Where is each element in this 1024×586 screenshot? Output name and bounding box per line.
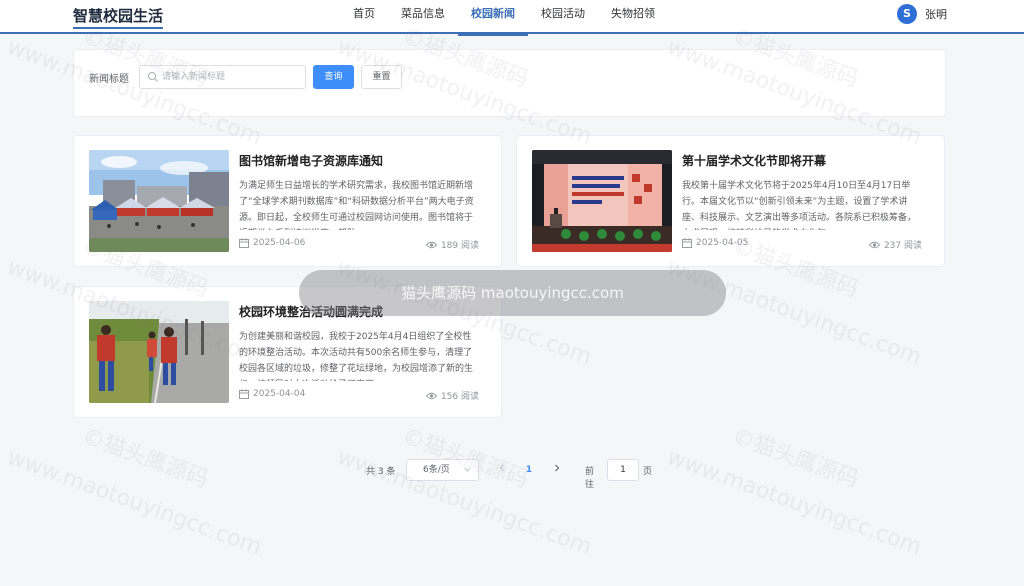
page-size-value: 6条/页 (423, 465, 450, 475)
news-image-volunteers-cleanup[interactable] (89, 301, 229, 403)
user-menu[interactable]: S 张明 (897, 4, 947, 24)
news-meta: 2025-04-04 156 阅读 (239, 389, 479, 403)
reset-button[interactable]: 重置 (361, 65, 402, 89)
eye-icon (425, 241, 437, 248)
news-views: 237 阅读 (868, 238, 922, 251)
news-date: 2025-04-05 (682, 238, 748, 248)
top-header: 智慧校园生活 首页 菜品信息 校园新闻 校园活动 失物招领 S 张明 (0, 0, 1024, 36)
main-nav: 首页 菜品信息 校园新闻 校园活动 失物招领 (340, 0, 668, 36)
news-title[interactable]: 第十届学术文化节即将开幕 (682, 152, 826, 169)
news-views-text: 189 阅读 (440, 241, 479, 251)
pagination-total: 共 3 条 (366, 467, 396, 477)
search-icon (147, 71, 158, 82)
search-input[interactable] (162, 68, 302, 86)
chevron-left-icon (499, 464, 504, 472)
site-logo[interactable]: 智慧校园生活 (73, 5, 164, 29)
volunteers-cleanup-photo-icon (89, 301, 229, 403)
nav-item-dishes[interactable]: 菜品信息 (388, 0, 458, 34)
news-meta: 2025-04-05 237 阅读 (682, 238, 922, 252)
search-input-wrapper[interactable] (139, 65, 306, 89)
news-image-campus-tents[interactable] (89, 150, 229, 252)
news-views-text: 237 阅读 (883, 241, 922, 251)
query-button[interactable]: 查询 (313, 65, 354, 89)
nav-item-campus-activities[interactable]: 校园活动 (528, 0, 598, 34)
user-name[interactable]: 张明 (925, 6, 947, 22)
watermark-text: www.maotouyingcc.com (663, 254, 925, 371)
page-number-button[interactable]: 1 (518, 459, 540, 481)
chevron-right-icon (555, 464, 560, 472)
calendar-icon (682, 238, 692, 248)
eye-icon (868, 241, 880, 248)
watermark-text: ©猫头鹰源码 (728, 424, 862, 493)
news-date-text: 2025-04-05 (696, 238, 749, 248)
news-views: 156 阅读 (425, 389, 479, 402)
nav-item-campus-news[interactable]: 校园新闻 (458, 0, 528, 36)
watermark-text: ©猫头鹰源码 (78, 424, 212, 493)
calendar-icon (239, 238, 249, 248)
news-image-stage-ceremony[interactable] (532, 150, 672, 252)
search-label: 新闻标题 (89, 74, 129, 85)
news-title[interactable]: 图书馆新增电子资源库通知 (239, 152, 383, 169)
news-summary: 为创建美丽和谐校园，我校于2025年4月4日组织了全校性的环境整治活动。本次活动… (239, 332, 474, 381)
news-date: 2025-04-04 (239, 389, 305, 399)
news-summary: 为满足师生日益增长的学术研究需求，我校图书馆近期新增了“全球学术期刊数据库”和“… (239, 181, 474, 230)
calendar-icon (239, 389, 249, 399)
stage-ceremony-photo-icon (532, 150, 672, 252)
news-title[interactable]: 校园环境整治活动圆满完成 (239, 303, 383, 320)
nav-item-home[interactable]: 首页 (340, 0, 388, 34)
chevron-down-icon (464, 467, 471, 472)
search-panel: 新闻标题 查询 重置 (73, 49, 946, 117)
page-size-select[interactable]: 6条/页 (406, 459, 479, 481)
campus-tents-photo-icon (89, 150, 229, 252)
news-card[interactable]: 图书馆新增电子资源库通知 为满足师生日益增长的学术研究需求，我校图书馆近期新增了… (73, 135, 502, 267)
prev-page-button[interactable] (491, 459, 513, 481)
goto-label: 前往 (585, 467, 595, 490)
watermark-text: www.maotouyingcc.com (663, 444, 925, 561)
page-suffix-label: 页 (643, 467, 653, 477)
page-jump-input[interactable] (607, 459, 639, 481)
news-meta: 2025-04-06 189 阅读 (239, 238, 479, 252)
news-summary: 我校第十届学术文化节将于2025年4月10日至4月17日举行。本届文化节以“创新… (682, 181, 917, 230)
news-date-text: 2025-04-06 (253, 238, 306, 248)
news-card[interactable]: 校园环境整治活动圆满完成 为创建美丽和谐校园，我校于2025年4月4日组织了全校… (73, 286, 502, 418)
news-card[interactable]: 第十届学术文化节即将开幕 我校第十届学术文化节将于2025年4月10日至4月17… (516, 135, 945, 267)
watermark-text: www.maotouyingcc.com (3, 444, 265, 561)
news-views: 189 阅读 (425, 238, 479, 251)
avatar[interactable]: S (897, 4, 917, 24)
next-page-button[interactable] (546, 459, 568, 481)
news-date: 2025-04-06 (239, 238, 305, 248)
news-date-text: 2025-04-04 (253, 389, 306, 399)
eye-icon (425, 392, 437, 399)
watermark-text: ©猫头鹰源码 (399, 418, 534, 493)
nav-item-lost-found[interactable]: 失物招领 (598, 0, 668, 34)
news-views-text: 156 阅读 (440, 392, 479, 402)
